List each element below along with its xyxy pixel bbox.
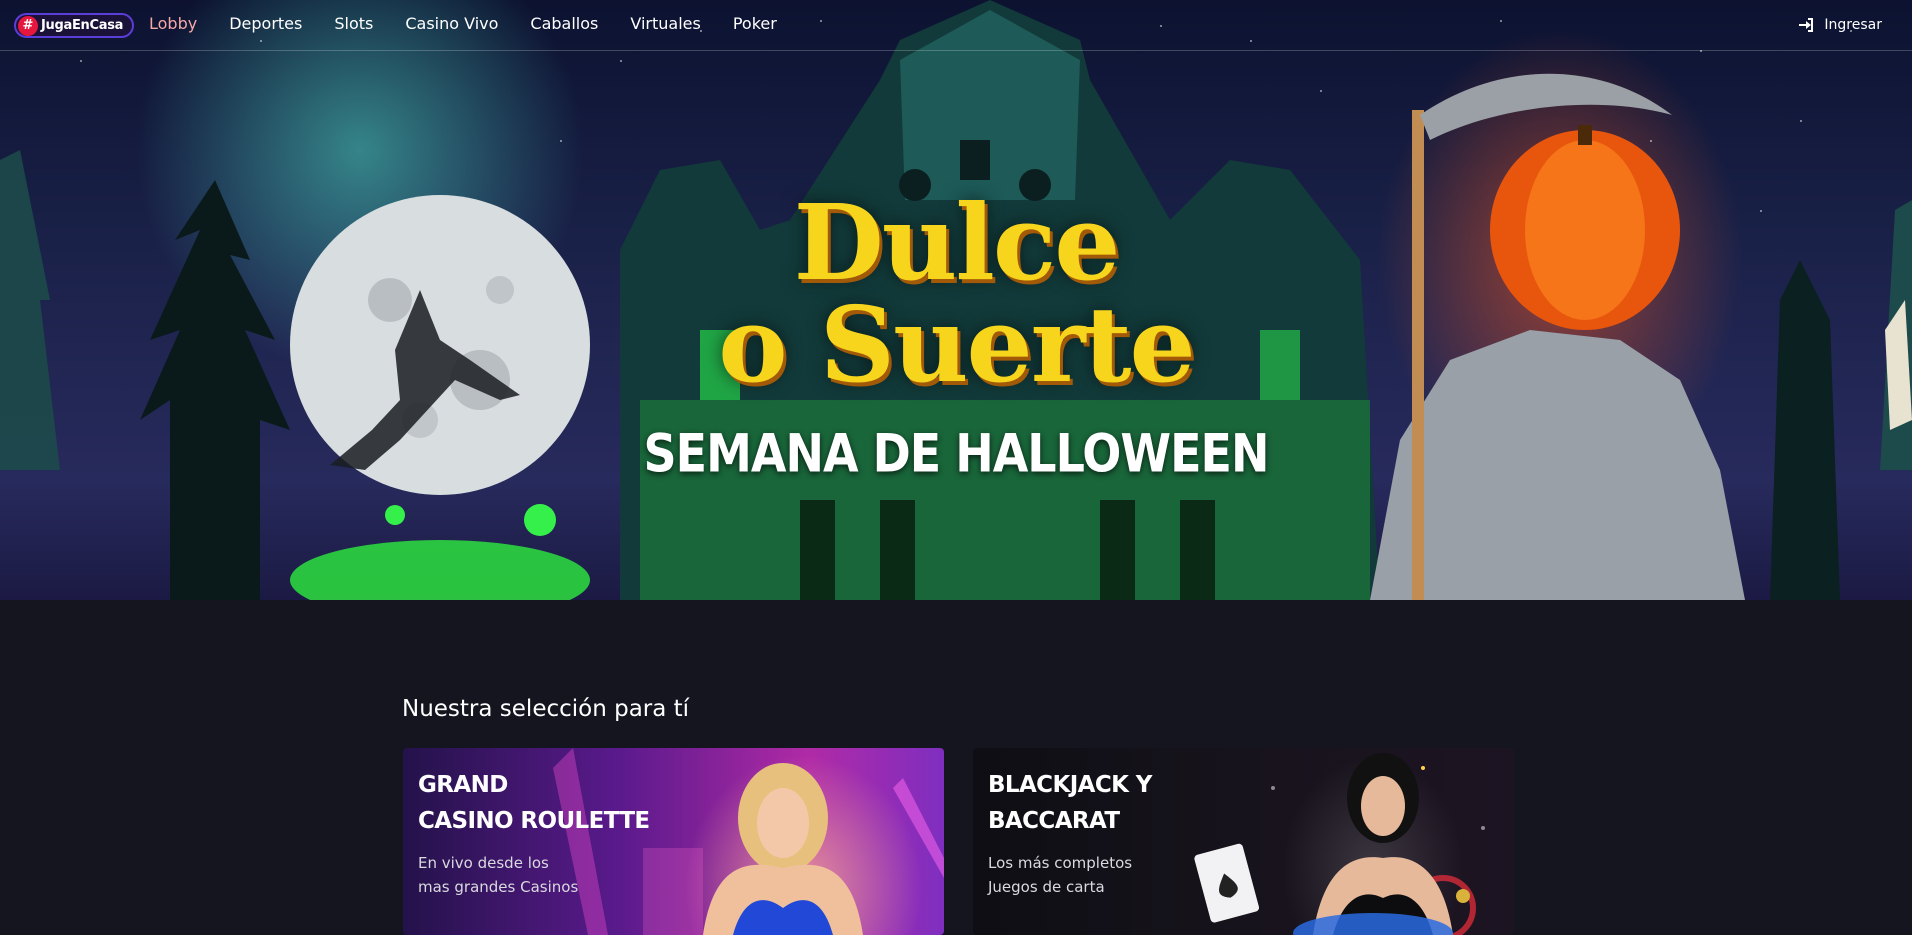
nav-item-casino-vivo[interactable]: Casino Vivo [405, 14, 498, 33]
card-description: En vivo desde los mas grandes Casinos [418, 851, 578, 899]
card-desc-line1: En vivo desde los [418, 854, 549, 872]
section-title: Nuestra selección para tí [402, 696, 690, 722]
nav-item-deportes[interactable]: Deportes [229, 14, 302, 33]
brand-logo[interactable]: # JugaEnCasa [14, 13, 134, 38]
hero-title-line1: Dulce [793, 181, 1121, 304]
login-button[interactable]: Ingresar [1798, 17, 1882, 33]
hero-title: Dulce o Suerte [0, 181, 1912, 406]
nav-item-poker[interactable]: Poker [733, 14, 777, 33]
card-desc-line2: Juegos de carta [988, 878, 1105, 896]
card-desc-line1: Los más completos [988, 854, 1133, 872]
card-title: BLACKJACK Y BACCARAT [988, 767, 1152, 839]
dealer-face [1361, 776, 1405, 836]
card-title-line1: BLACKJACK Y [988, 772, 1152, 798]
card-grand-casino-roulette[interactable]: GRAND CASINO ROULETTE En vivo desde los … [403, 748, 944, 935]
main-nav: Lobby Deportes Slots Casino Vivo Caballo… [149, 14, 809, 33]
card-description: Los más completos Juegos de carta [988, 851, 1132, 899]
nav-item-slots[interactable]: Slots [334, 14, 373, 33]
nav-item-lobby[interactable]: Lobby [149, 14, 197, 33]
hero-subtitle: SEMANA DE HALLOWEEN [643, 421, 1270, 485]
scythe-blade [1420, 73, 1672, 140]
card-title-line2: BACCARAT [988, 808, 1120, 834]
card-title-line1: GRAND [418, 772, 508, 798]
card-title-line2: CASINO ROULETTE [418, 808, 650, 834]
card-desc-line2: mas grandes Casinos [418, 878, 579, 896]
login-label: Ingresar [1824, 17, 1882, 33]
sign-in-icon [1799, 18, 1814, 32]
nav-item-virtuales[interactable]: Virtuales [630, 14, 700, 33]
card-blackjack-baccarat[interactable]: BLACKJACK Y BACCARAT Los más completos J… [973, 748, 1514, 935]
hostess-face [757, 788, 809, 858]
brand-name: JugaEnCasa [41, 18, 124, 33]
card-title: GRAND CASINO ROULETTE [418, 767, 650, 839]
top-navbar: # JugaEnCasa Lobby Deportes Slots Casino… [0, 0, 1912, 51]
hash-icon: # [18, 15, 38, 36]
green-potion [290, 540, 590, 600]
nav-item-caballos[interactable]: Caballos [530, 14, 598, 33]
hero-banner[interactable]: Dulce o Suerte SEMANA DE HALLOWEEN [0, 0, 1912, 600]
hero-title-line2: o Suerte [718, 283, 1195, 406]
playing-card [1194, 843, 1260, 923]
